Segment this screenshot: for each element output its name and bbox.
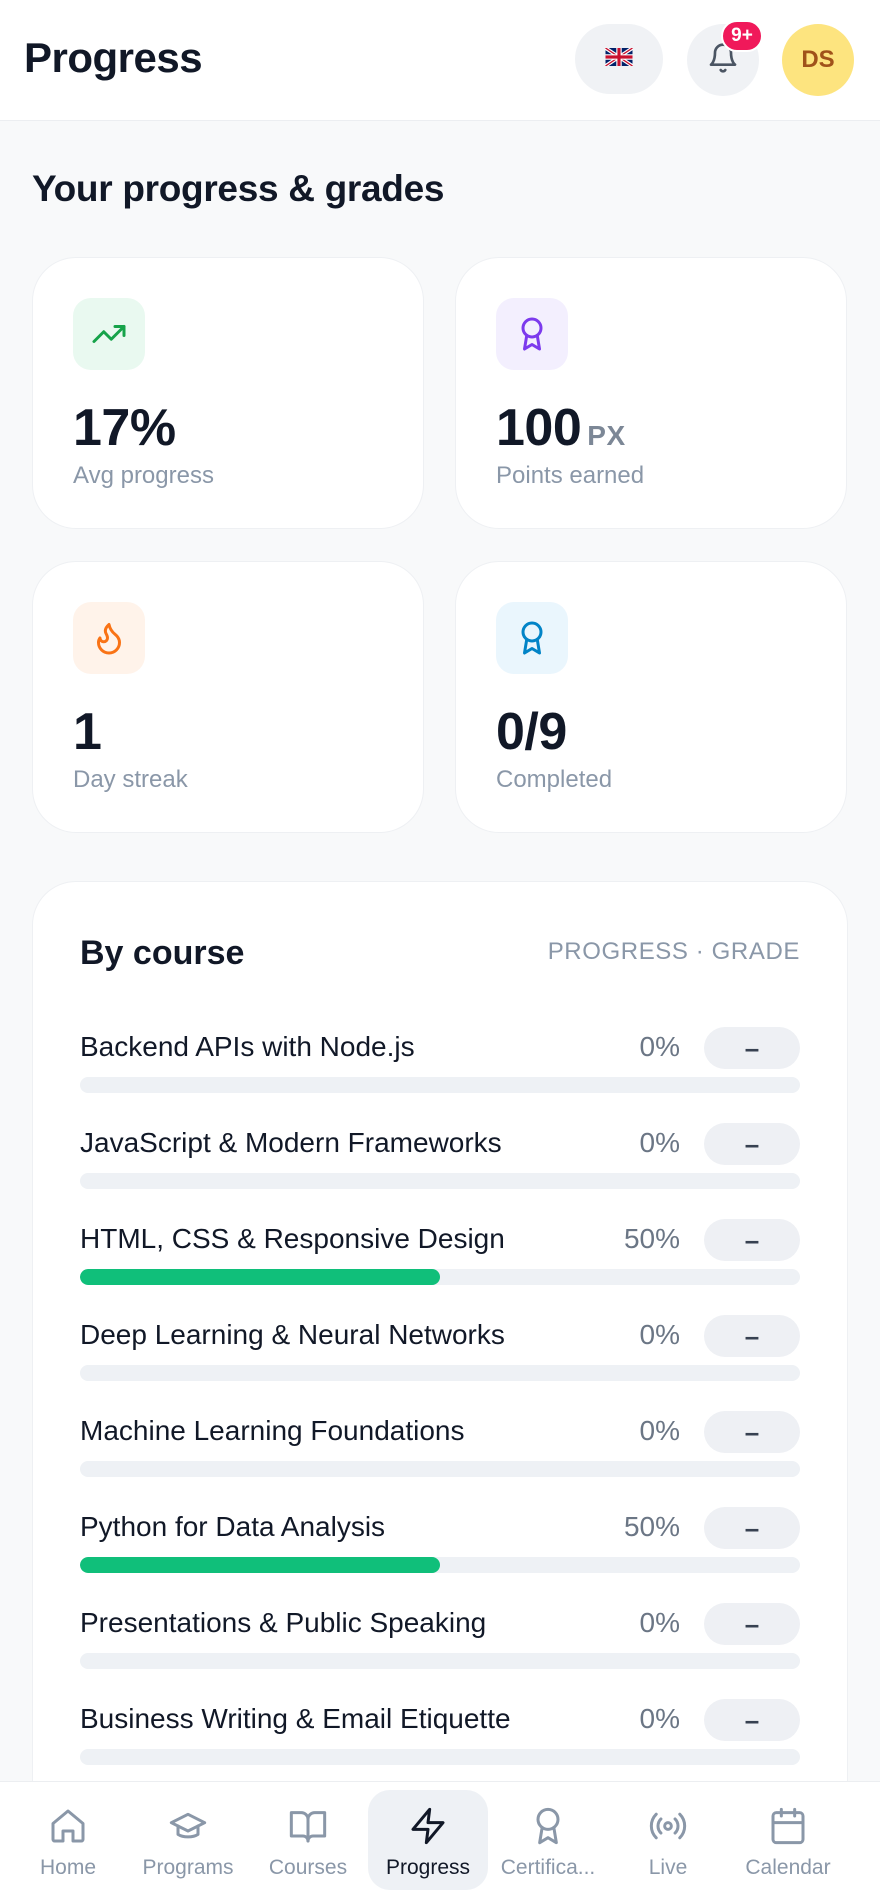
course-progress-percent: 50% bbox=[623, 1223, 680, 1254]
grade-pill: – bbox=[704, 1027, 800, 1069]
grade-pill: – bbox=[704, 1411, 800, 1453]
grade-pill: – bbox=[704, 1219, 800, 1261]
course-row[interactable]: Presentations & Public Speaking 0% – bbox=[80, 1603, 800, 1687]
book-open-icon bbox=[286, 1804, 330, 1848]
course-progress-percent: 0% bbox=[639, 1703, 680, 1734]
progress-track bbox=[80, 1653, 800, 1669]
page-title: Progress bbox=[24, 34, 203, 81]
nav-label: Courses bbox=[268, 1856, 348, 1879]
progress-track bbox=[80, 1461, 800, 1477]
progress-track bbox=[80, 1077, 800, 1093]
course-progress-percent: 0% bbox=[639, 1031, 680, 1062]
nav-label: Certifica... bbox=[500, 1856, 596, 1879]
language-button[interactable] bbox=[575, 24, 663, 94]
stat-card-points: 100 PX Points earned bbox=[455, 257, 847, 529]
uk-flag-icon bbox=[604, 46, 634, 71]
broadcast-icon bbox=[646, 1804, 690, 1848]
course-name: JavaScript & Modern Frameworks bbox=[80, 1127, 502, 1158]
nav-item-calendar[interactable]: Calendar bbox=[728, 1790, 848, 1890]
home-icon bbox=[46, 1804, 90, 1848]
bottom-nav: Home Programs Courses Progress Certifica… bbox=[0, 1781, 880, 1900]
nav-label: Progress bbox=[385, 1856, 471, 1879]
trending-up-icon bbox=[73, 298, 145, 370]
course-name: Business Writing & Email Etiquette bbox=[80, 1703, 511, 1734]
section-title: Your progress & grades bbox=[32, 168, 445, 209]
graduation-cap-icon bbox=[166, 1804, 210, 1848]
calendar-icon bbox=[766, 1804, 810, 1848]
nav-item-certificates[interactable]: Certifica... bbox=[488, 1790, 608, 1890]
course-row[interactable]: Machine Learning Foundations 0% – bbox=[80, 1411, 800, 1495]
nav-label: Home bbox=[39, 1856, 97, 1879]
nav-item-courses[interactable]: Courses bbox=[248, 1790, 368, 1890]
nav-label: Live bbox=[648, 1856, 688, 1879]
award-icon bbox=[496, 298, 568, 370]
progress-track bbox=[80, 1557, 800, 1573]
course-name: Machine Learning Foundations bbox=[80, 1415, 465, 1446]
nav-label: Programs bbox=[142, 1856, 234, 1879]
stat-card-avg-progress: 17% Avg progress bbox=[32, 257, 424, 529]
course-name: HTML, CSS & Responsive Design bbox=[80, 1223, 505, 1254]
nav-item-progress[interactable]: Progress bbox=[368, 1790, 488, 1890]
stat-value: 100 PX bbox=[496, 399, 626, 457]
stat-label: Points earned bbox=[496, 462, 645, 489]
stat-value: 1 bbox=[73, 703, 102, 761]
stat-label: Completed bbox=[496, 766, 613, 793]
app-header: Progress 9+ DS bbox=[0, 0, 880, 121]
progress-fill bbox=[80, 1269, 440, 1285]
course-name: Deep Learning & Neural Networks bbox=[80, 1319, 505, 1350]
course-progress-percent: 0% bbox=[639, 1127, 680, 1158]
badge-icon bbox=[496, 602, 568, 674]
course-progress-percent: 0% bbox=[639, 1415, 680, 1446]
zap-icon bbox=[406, 1804, 450, 1848]
course-row[interactable]: Python for Data Analysis 50% – bbox=[80, 1507, 800, 1591]
notification-badge: 9+ bbox=[721, 20, 763, 52]
nav-item-programs[interactable]: Programs bbox=[128, 1790, 248, 1890]
stat-label: Day streak bbox=[73, 766, 188, 793]
progress-track bbox=[80, 1365, 800, 1381]
nav-item-live[interactable]: Live bbox=[608, 1790, 728, 1890]
courses-card-hint: PROGRESS · GRADE bbox=[547, 938, 800, 965]
course-progress-percent: 50% bbox=[623, 1511, 680, 1542]
course-row[interactable]: Deep Learning & Neural Networks 0% – bbox=[80, 1315, 800, 1399]
stat-label: Avg progress bbox=[73, 462, 214, 489]
course-row[interactable]: Backend APIs with Node.js 0% – bbox=[80, 1027, 800, 1111]
course-row[interactable]: JavaScript & Modern Frameworks 0% – bbox=[80, 1123, 800, 1207]
progress-fill bbox=[80, 1557, 440, 1573]
course-name: Presentations & Public Speaking bbox=[80, 1607, 487, 1638]
certificate-icon bbox=[526, 1804, 570, 1848]
course-name: Backend APIs with Node.js bbox=[80, 1031, 415, 1062]
course-progress-percent: 0% bbox=[639, 1607, 680, 1638]
avatar[interactable]: DS bbox=[782, 24, 854, 96]
grade-pill: – bbox=[704, 1315, 800, 1357]
stat-value: 17% bbox=[73, 399, 176, 457]
course-progress-percent: 0% bbox=[639, 1319, 680, 1350]
course-row[interactable]: Business Writing & Email Etiquette 0% – bbox=[80, 1699, 800, 1783]
progress-track bbox=[80, 1173, 800, 1189]
stat-card-streak: 1 Day streak bbox=[32, 561, 424, 833]
progress-track bbox=[80, 1749, 800, 1765]
courses-card: By course PROGRESS · GRADE Backend APIs … bbox=[32, 881, 848, 1900]
stat-value: 0/9 bbox=[496, 703, 567, 761]
grade-pill: – bbox=[704, 1699, 800, 1741]
grade-pill: – bbox=[704, 1123, 800, 1165]
flame-icon bbox=[73, 602, 145, 674]
nav-item-home[interactable]: Home bbox=[8, 1790, 128, 1890]
nav-label: Calendar bbox=[745, 1856, 831, 1879]
course-name: Python for Data Analysis bbox=[80, 1511, 386, 1542]
stat-card-completed: 0/9 Completed bbox=[455, 561, 847, 833]
grade-pill: – bbox=[704, 1507, 800, 1549]
progress-track bbox=[80, 1269, 800, 1285]
course-row[interactable]: HTML, CSS & Responsive Design 50% – bbox=[80, 1219, 800, 1303]
grade-pill: – bbox=[704, 1603, 800, 1645]
courses-card-title: By course bbox=[80, 934, 245, 972]
